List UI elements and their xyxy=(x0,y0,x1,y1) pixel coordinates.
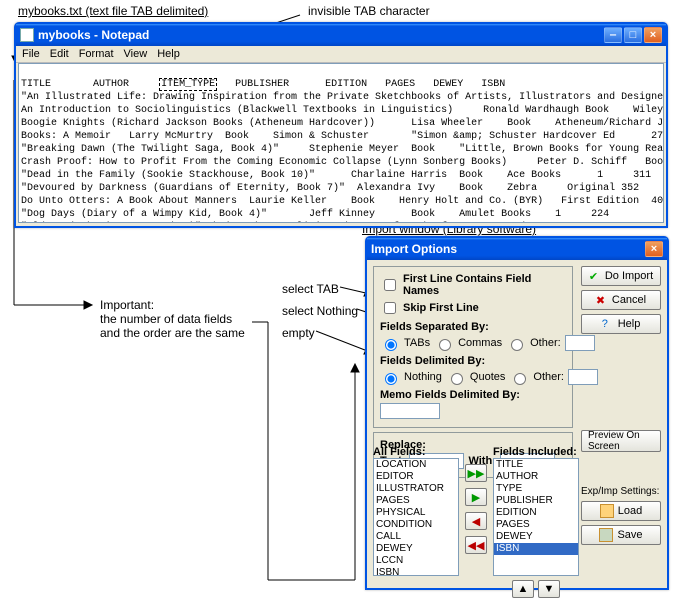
save-button[interactable]: Save xyxy=(581,525,661,545)
folder-open-icon xyxy=(600,504,614,518)
text-line: "Dead in the Family (Sookie Stackhouse, … xyxy=(21,170,664,181)
text-line: An Introduction to Sociolinguistics (Bla… xyxy=(21,105,664,116)
text-line: Do Unto Otters: A Book About Manners Lau… xyxy=(21,196,663,207)
all-fields-label: All Fields: xyxy=(373,446,459,458)
list-item[interactable]: DEWEY xyxy=(494,531,578,543)
text-line: Books: A Memoir Larry McMurtry Book Simo… xyxy=(21,131,664,142)
menu-help[interactable]: Help xyxy=(157,48,180,60)
cancel-button[interactable]: ✖ Cancel xyxy=(581,290,661,310)
delim-other-input[interactable] xyxy=(568,369,598,385)
sep-commas-label: Commas xyxy=(458,337,502,349)
menu-view[interactable]: View xyxy=(124,48,148,60)
field-lists: All Fields: LOCATIONEDITORILLUSTRATORPAG… xyxy=(373,446,579,598)
list-item[interactable]: EDITION xyxy=(494,507,578,519)
delim-other-label: Other: xyxy=(533,371,564,383)
text-line: "Eldest (Inheritance, Book 2)" Christoph… xyxy=(21,222,664,223)
list-item[interactable]: EDITOR xyxy=(374,471,458,483)
text-line: Crash Proof: How to Profit From the Comi… xyxy=(21,157,664,168)
import-title: Import Options xyxy=(371,242,457,256)
first-line-label: First Line Contains Field Names xyxy=(403,273,566,297)
list-item[interactable]: DEWEY xyxy=(374,543,458,555)
skip-first-label: Skip First Line xyxy=(403,302,479,314)
text-line: Boogie Knights (Richard Jackson Books (A… xyxy=(21,118,664,129)
exp-imp-label: Exp/Imp Settings: xyxy=(581,486,661,497)
first-line-checkbox[interactable] xyxy=(384,279,396,291)
sep-label: Fields Separated By: xyxy=(380,321,489,333)
list-item[interactable]: PAGES xyxy=(374,495,458,507)
delim-quotes-label: Quotes xyxy=(470,371,505,383)
delim-other-radio[interactable] xyxy=(514,373,526,385)
move-buttons: ▶▶ ▶ ◀ ◀◀ xyxy=(463,446,489,598)
list-item[interactable]: CONDITION xyxy=(374,519,458,531)
all-fields-list[interactable]: LOCATIONEDITORILLUSTRATORPAGESPHYSICALCO… xyxy=(373,458,459,576)
move-up-button[interactable]: ▲ xyxy=(512,580,534,598)
list-item[interactable]: TITLE xyxy=(494,459,578,471)
text-line: "An Illustrated Life: Drawing Inspiratio… xyxy=(21,92,664,103)
check-icon: ✔ xyxy=(589,270,601,282)
fields-included-label: Fields Included: xyxy=(493,446,579,458)
list-item[interactable]: CALL xyxy=(374,531,458,543)
sep-tabs-label: TABs xyxy=(404,337,430,349)
list-item[interactable]: ILLUSTRATOR xyxy=(374,483,458,495)
import-body: First Line Contains Field Names Skip Fir… xyxy=(367,260,667,588)
preview-button[interactable]: Preview On Screen xyxy=(581,430,661,452)
text-line: "Devoured by Darkness (Guardians of Eter… xyxy=(21,183,664,194)
skip-first-checkbox[interactable] xyxy=(384,302,396,314)
sep-other-label: Other: xyxy=(530,337,561,349)
delim-nothing-radio[interactable] xyxy=(385,373,397,385)
list-item[interactable]: AUTHOR xyxy=(494,471,578,483)
remove-field-button[interactable]: ◀ xyxy=(465,512,487,530)
list-item[interactable]: LOCATION xyxy=(374,459,458,471)
sep-tabs-radio[interactable] xyxy=(385,339,397,351)
delim-quotes-radio[interactable] xyxy=(451,373,463,385)
list-item[interactable]: PAGES xyxy=(494,519,578,531)
help-button[interactable]: ? Help xyxy=(581,314,661,334)
list-item[interactable]: ISBN xyxy=(374,567,458,576)
maximize-button[interactable]: □ xyxy=(624,27,642,43)
notepad-window: mybooks - Notepad ‒ □ × File Edit Format… xyxy=(14,22,668,228)
sep-commas-radio[interactable] xyxy=(439,339,451,351)
sep-other-input[interactable] xyxy=(565,335,595,351)
notepad-menubar: File Edit Format View Help xyxy=(16,46,666,63)
menu-edit[interactable]: Edit xyxy=(50,48,69,60)
notepad-title: mybooks - Notepad xyxy=(38,28,149,42)
sep-other-radio[interactable] xyxy=(511,339,523,351)
x-icon: ✖ xyxy=(596,294,608,306)
menu-file[interactable]: File xyxy=(22,48,40,60)
text-line: "Dog Days (Diary of a Wimpy Kid, Book 4)… xyxy=(21,209,664,220)
memo-label: Memo Fields Delimited By: xyxy=(380,389,520,401)
move-down-button[interactable]: ▼ xyxy=(538,580,560,598)
memo-input[interactable] xyxy=(380,403,440,419)
delim-nothing-label: Nothing xyxy=(404,371,442,383)
list-item[interactable]: ISBN xyxy=(494,543,578,555)
add-field-button[interactable]: ▶▶ xyxy=(465,464,487,482)
add-all-button[interactable]: ▶ xyxy=(465,488,487,506)
import-window: Import Options × First Line Contains Fie… xyxy=(365,236,669,590)
options-group: First Line Contains Field Names Skip Fir… xyxy=(373,266,573,428)
delim-label: Fields Delimited By: xyxy=(380,355,485,367)
fields-included-list[interactable]: TITLEAUTHORTYPEPUBLISHEREDITIONPAGESDEWE… xyxy=(493,458,579,576)
import-titlebar[interactable]: Import Options × xyxy=(367,238,667,260)
import-close-button[interactable]: × xyxy=(645,241,663,257)
load-button[interactable]: Load xyxy=(581,501,661,521)
list-item[interactable]: PUBLISHER xyxy=(494,495,578,507)
list-item[interactable]: PHYSICAL xyxy=(374,507,458,519)
do-import-button[interactable]: ✔ Do Import xyxy=(581,266,661,286)
help-icon: ? xyxy=(602,318,614,330)
notepad-app-icon xyxy=(20,28,34,42)
action-buttons: ✔ Do Import ✖ Cancel ? Help xyxy=(581,266,661,334)
menu-format[interactable]: Format xyxy=(79,48,114,60)
minimize-button[interactable]: ‒ xyxy=(604,27,622,43)
notepad-textarea[interactable]: TITLE AUTHOR ITEM_TYPE PUBLISHER EDITION… xyxy=(18,63,664,223)
right-extras: Preview On Screen Exp/Imp Settings: Load… xyxy=(581,430,661,545)
disk-icon xyxy=(599,528,613,542)
list-item[interactable]: TYPE xyxy=(494,483,578,495)
remove-all-button[interactable]: ◀◀ xyxy=(465,536,487,554)
list-item[interactable]: LCCN xyxy=(374,555,458,567)
text-line: "Breaking Dawn (The Twilight Saga, Book … xyxy=(21,144,664,155)
notepad-titlebar[interactable]: mybooks - Notepad ‒ □ × xyxy=(16,24,666,46)
close-button[interactable]: × xyxy=(644,27,662,43)
